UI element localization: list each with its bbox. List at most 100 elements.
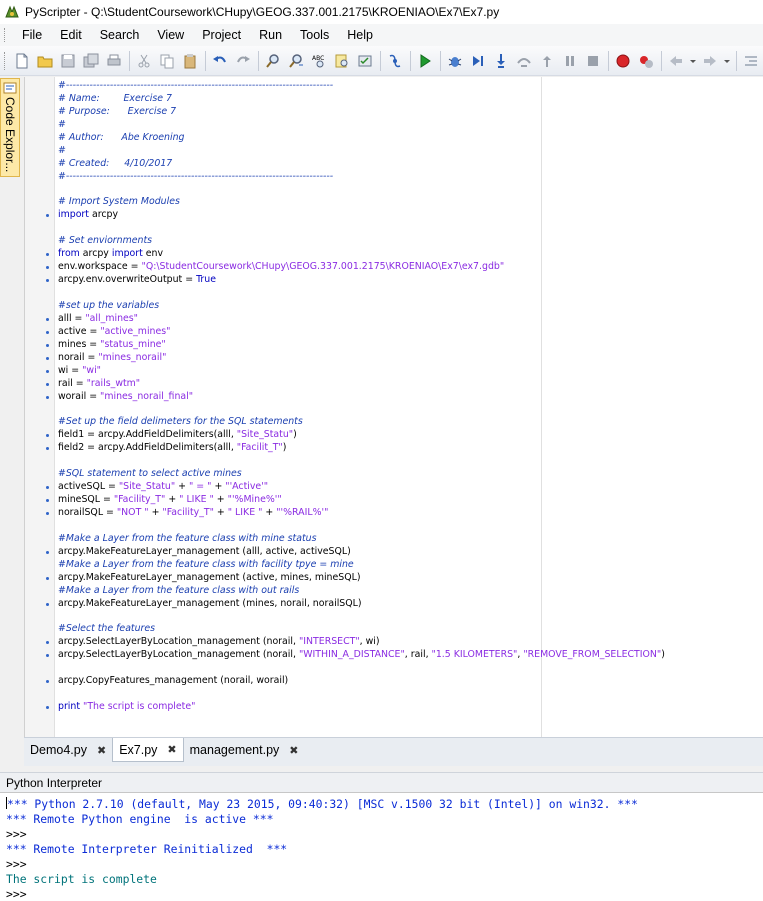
executable-line-marker-icon[interactable] [46, 382, 49, 386]
code-line[interactable]: #---------------------------------------… [58, 80, 763, 93]
code-line[interactable] [58, 688, 763, 701]
find-in-files-button[interactable] [331, 50, 353, 72]
code-line[interactable]: mines = "status_mine" [46, 339, 763, 352]
code-line[interactable]: field2 = arcpy.AddFieldDelimiters(alll, … [46, 442, 763, 455]
code-line[interactable]: rail = "rails_wtm" [46, 378, 763, 391]
menu-view[interactable]: View [148, 24, 193, 46]
forward-dropdown-button[interactable] [722, 50, 732, 72]
code-line[interactable] [58, 520, 763, 533]
code-line[interactable]: field1 = arcpy.AddFieldDelimiters(alll, … [46, 429, 763, 442]
code-line[interactable]: # [58, 145, 763, 158]
python-interpreter-console[interactable]: *** Python 2.7.10 (default, May 23 2015,… [0, 792, 763, 901]
pause-button[interactable] [559, 50, 581, 72]
close-icon[interactable]: ✖ [289, 744, 298, 757]
code-line[interactable]: activeSQL = "Site_Statu" + " = " + "'Act… [46, 481, 763, 494]
code-line[interactable]: mineSQL = "Facility_T" + " LIKE " + "'%M… [46, 494, 763, 507]
print-button[interactable] [103, 50, 125, 72]
tab-demo4[interactable]: Demo4.py ✖ [24, 738, 112, 762]
tab-management[interactable]: management.py ✖ [184, 738, 305, 762]
code-line[interactable]: # Purpose: Exercise 7 [58, 106, 763, 119]
code-line[interactable]: norailSQL = "NOT " + "Facility_T" + " LI… [46, 507, 763, 520]
code-line[interactable]: #Set up the field delimeters for the SQL… [58, 416, 763, 429]
code-line[interactable] [58, 662, 763, 675]
code-line[interactable] [58, 222, 763, 235]
executable-line-marker-icon[interactable] [46, 395, 49, 399]
run-to-cursor-button[interactable] [467, 50, 489, 72]
code-line[interactable]: active = "active_mines" [46, 326, 763, 339]
paste-button[interactable] [179, 50, 201, 72]
executable-line-marker-icon[interactable] [46, 330, 49, 334]
clear-breakpoints-button[interactable] [635, 50, 657, 72]
executable-line-marker-icon[interactable] [46, 511, 49, 515]
forward-button[interactable] [699, 50, 721, 72]
open-file-button[interactable] [34, 50, 56, 72]
code-line[interactable]: #Make a Layer from the feature class wit… [58, 585, 763, 598]
run-button[interactable] [414, 50, 436, 72]
code-line[interactable]: arcpy.MakeFeatureLayer_management (alll,… [46, 546, 763, 559]
replace-button[interactable]: ABC [308, 50, 330, 72]
redo-button[interactable] [232, 50, 254, 72]
indent-button[interactable] [740, 50, 762, 72]
code-line[interactable]: # [58, 119, 763, 132]
step-into-button[interactable] [490, 50, 512, 72]
syntax-check-button[interactable] [354, 50, 376, 72]
code-line[interactable]: arcpy.env.overwriteOutput = True [46, 274, 763, 287]
back-button[interactable] [665, 50, 687, 72]
code-line[interactable]: import arcpy [46, 209, 763, 222]
close-icon[interactable]: ✖ [167, 743, 176, 756]
executable-line-marker-icon[interactable] [46, 343, 49, 347]
code-line[interactable]: # Created: 4/10/2017 [58, 158, 763, 171]
executable-line-marker-icon[interactable] [46, 317, 49, 321]
code-line[interactable]: #---------------------------------------… [58, 171, 763, 184]
find-next-button[interactable] [285, 50, 307, 72]
menu-file[interactable]: File [13, 24, 51, 46]
code-line[interactable]: alll = "all_mines" [46, 313, 763, 326]
code-text-area[interactable]: #---------------------------------------… [46, 80, 763, 714]
executable-line-marker-icon[interactable] [46, 356, 49, 360]
copy-button[interactable] [156, 50, 178, 72]
toggle-breakpoint-button[interactable] [612, 50, 634, 72]
new-file-button[interactable] [11, 50, 33, 72]
code-line[interactable]: arcpy.MakeFeatureLayer_management (mines… [46, 598, 763, 611]
code-editor[interactable]: #---------------------------------------… [24, 77, 763, 737]
code-line[interactable]: print "The script is complete" [46, 701, 763, 714]
code-line[interactable]: #Make a Layer from the feature class wit… [58, 533, 763, 546]
save-button[interactable] [57, 50, 79, 72]
executable-line-marker-icon[interactable] [46, 550, 49, 554]
menu-help[interactable]: Help [338, 24, 382, 46]
cut-button[interactable] [133, 50, 155, 72]
debug-button[interactable] [444, 50, 466, 72]
menu-project[interactable]: Project [193, 24, 250, 46]
executable-line-marker-icon[interactable] [46, 602, 49, 606]
code-line[interactable] [58, 403, 763, 416]
code-explorer-tab[interactable]: Code Explor... [0, 78, 20, 177]
tab-ex7[interactable]: Ex7.py ✖ [112, 738, 184, 762]
code-line[interactable]: #set up the variables [58, 300, 763, 313]
code-line[interactable]: norail = "mines_norail" [46, 352, 763, 365]
menu-tools[interactable]: Tools [291, 24, 338, 46]
code-line[interactable]: #Make a Layer from the feature class wit… [58, 559, 763, 572]
find-button[interactable] [262, 50, 284, 72]
code-line[interactable]: # Import System Modules [58, 196, 763, 209]
abort-button[interactable] [582, 50, 604, 72]
code-line[interactable] [58, 610, 763, 623]
step-over-button[interactable] [513, 50, 535, 72]
code-line[interactable]: arcpy.MakeFeatureLayer_management (activ… [46, 572, 763, 585]
code-line[interactable]: # Name: Exercise 7 [58, 93, 763, 106]
code-line[interactable] [58, 455, 763, 468]
code-line[interactable]: #Select the features [58, 623, 763, 636]
code-line[interactable] [58, 184, 763, 197]
executable-line-marker-icon[interactable] [46, 369, 49, 373]
code-line[interactable]: wi = "wi" [46, 365, 763, 378]
code-line[interactable]: worail = "mines_norail_final" [46, 391, 763, 404]
code-line[interactable] [58, 287, 763, 300]
code-line[interactable]: # Author: Abe Kroening [58, 132, 763, 145]
code-line[interactable]: arcpy.CopyFeatures_management (norail, w… [46, 675, 763, 688]
undo-button[interactable] [209, 50, 231, 72]
executable-line-marker-icon[interactable] [46, 706, 49, 709]
menu-edit[interactable]: Edit [51, 24, 91, 46]
code-line[interactable]: # Set enviornments [58, 235, 763, 248]
code-line[interactable]: #SQL statement to select active mines [58, 468, 763, 481]
save-all-button[interactable] [80, 50, 102, 72]
code-line[interactable]: from arcpy import env [46, 248, 763, 261]
